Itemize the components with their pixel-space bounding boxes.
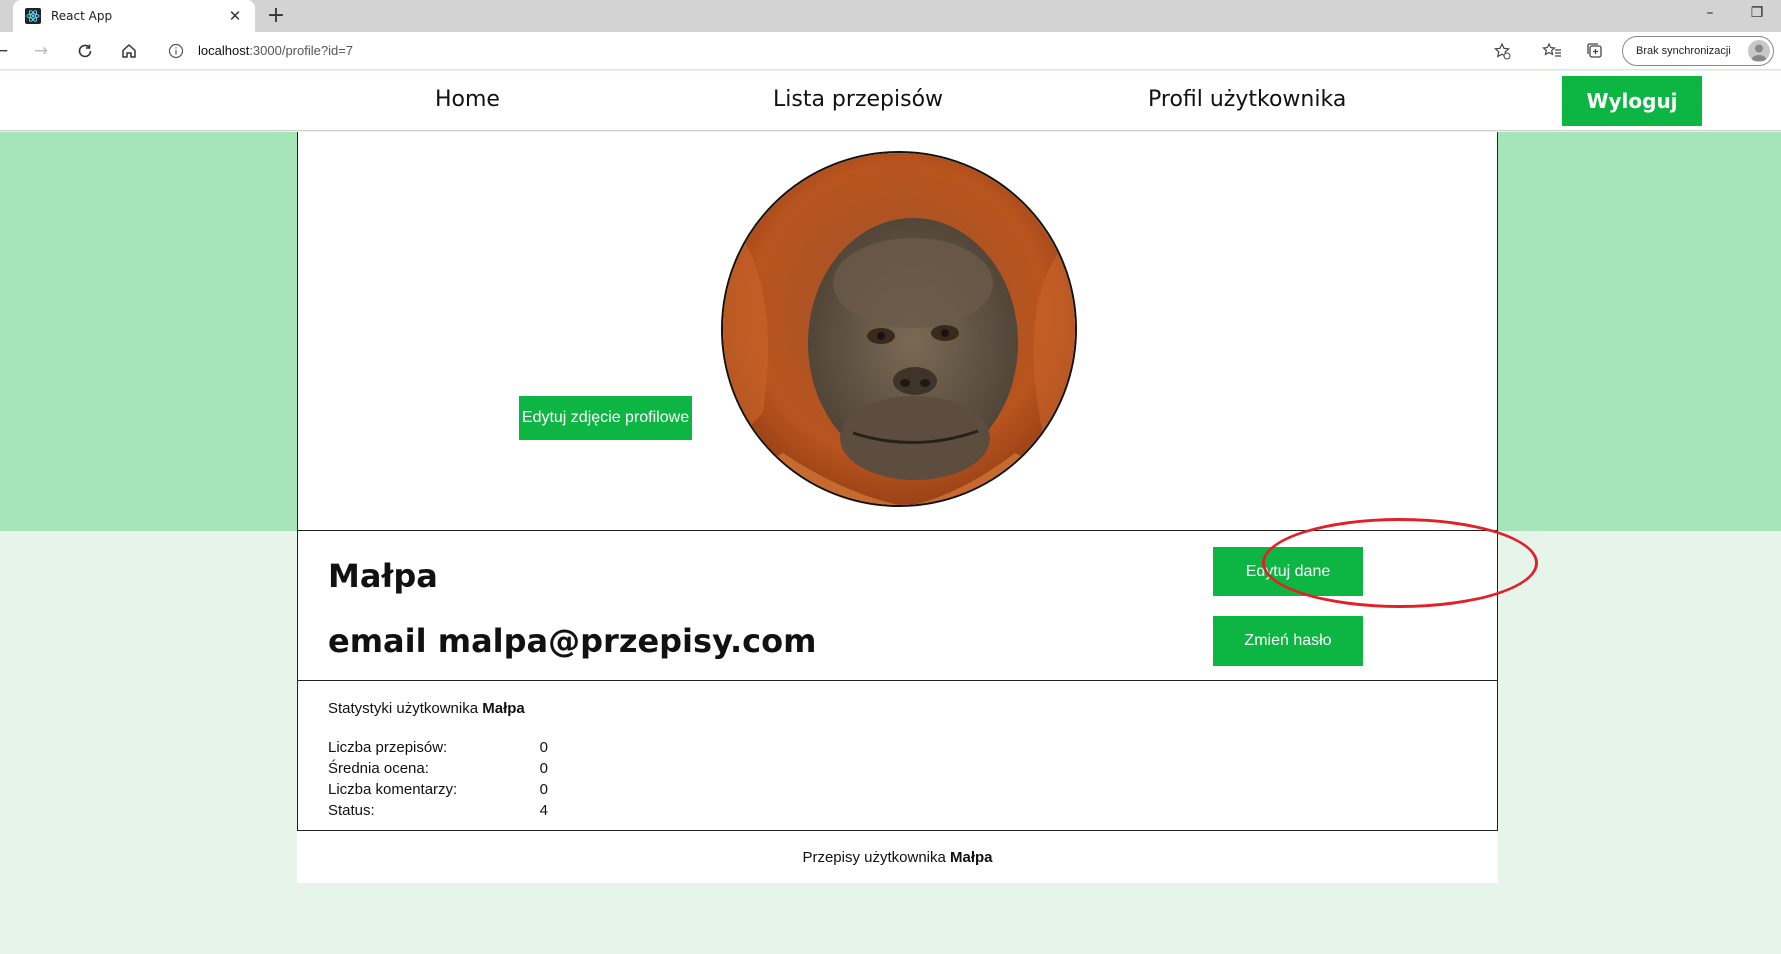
browser-toolbar: ← → localhost:3000/profile?id=7 Brak syn… — [0, 32, 1781, 70]
user-recipes-heading: Przepisy użytkownika Małpa — [297, 831, 1498, 883]
profile-avatar-icon — [1748, 40, 1770, 62]
stats-row: Średnia ocena: 0 — [328, 760, 548, 777]
nav-recipes-list[interactable]: Lista przepisów — [773, 87, 943, 112]
home-icon[interactable] — [116, 38, 142, 64]
change-password-button[interactable]: Zmień hasło — [1213, 616, 1363, 666]
browser-tab[interactable]: React App ✕ — [13, 0, 255, 32]
stats-row: Status: 4 — [328, 802, 548, 819]
address-bar[interactable]: localhost:3000/profile?id=7 — [158, 35, 1520, 66]
minimize-icon[interactable]: – — [1700, 5, 1720, 21]
edit-profile-photo-button[interactable]: Edytuj zdjęcie profilowe — [519, 396, 692, 440]
divider — [298, 680, 1497, 681]
profile-photo — [721, 151, 1077, 507]
plus-icon[interactable]: + — [264, 3, 288, 29]
stats-heading: Statystyki użytkownika Małpa — [328, 700, 525, 717]
favorites-icon[interactable] — [1540, 39, 1564, 63]
stats-row: Liczba przepisów: 0 — [328, 739, 548, 756]
react-favicon — [25, 8, 41, 24]
user-name: Małpa — [328, 557, 438, 595]
app-header: Home Lista przepisów Profil użytkownika … — [0, 71, 1781, 131]
forward-icon[interactable]: → — [28, 38, 54, 64]
back-icon[interactable]: ← — [0, 38, 14, 64]
sync-button[interactable]: Brak synchronizacji — [1622, 36, 1774, 66]
star-add-icon[interactable] — [1490, 39, 1514, 63]
user-stats: Statystyki użytkownika Małpa Liczba prze… — [328, 700, 548, 821]
info-icon[interactable] — [168, 43, 184, 59]
tab-title: React App — [51, 9, 113, 23]
close-icon[interactable]: ✕ — [227, 7, 243, 25]
nav-home[interactable]: Home — [435, 87, 500, 112]
logout-button[interactable]: Wyloguj — [1562, 76, 1702, 126]
browser-tab-bar: React App ✕ + – ❐ — [0, 0, 1781, 32]
profile-card: Edytuj zdjęcie profilowe Małpa email mal… — [297, 132, 1498, 831]
url-text[interactable]: localhost:3000/profile?id=7 — [198, 43, 353, 58]
stats-row: Liczba komentarzy: 0 — [328, 781, 548, 798]
user-email: email malpa@przepisy.com — [328, 622, 817, 660]
sync-label: Brak synchronizacji — [1636, 45, 1731, 57]
reload-icon[interactable] — [72, 38, 98, 64]
restore-icon[interactable]: ❐ — [1747, 5, 1767, 21]
nav-user-profile[interactable]: Profil użytkownika — [1148, 87, 1346, 112]
collections-icon[interactable] — [1583, 39, 1607, 63]
annotation-ellipse — [1262, 518, 1538, 608]
